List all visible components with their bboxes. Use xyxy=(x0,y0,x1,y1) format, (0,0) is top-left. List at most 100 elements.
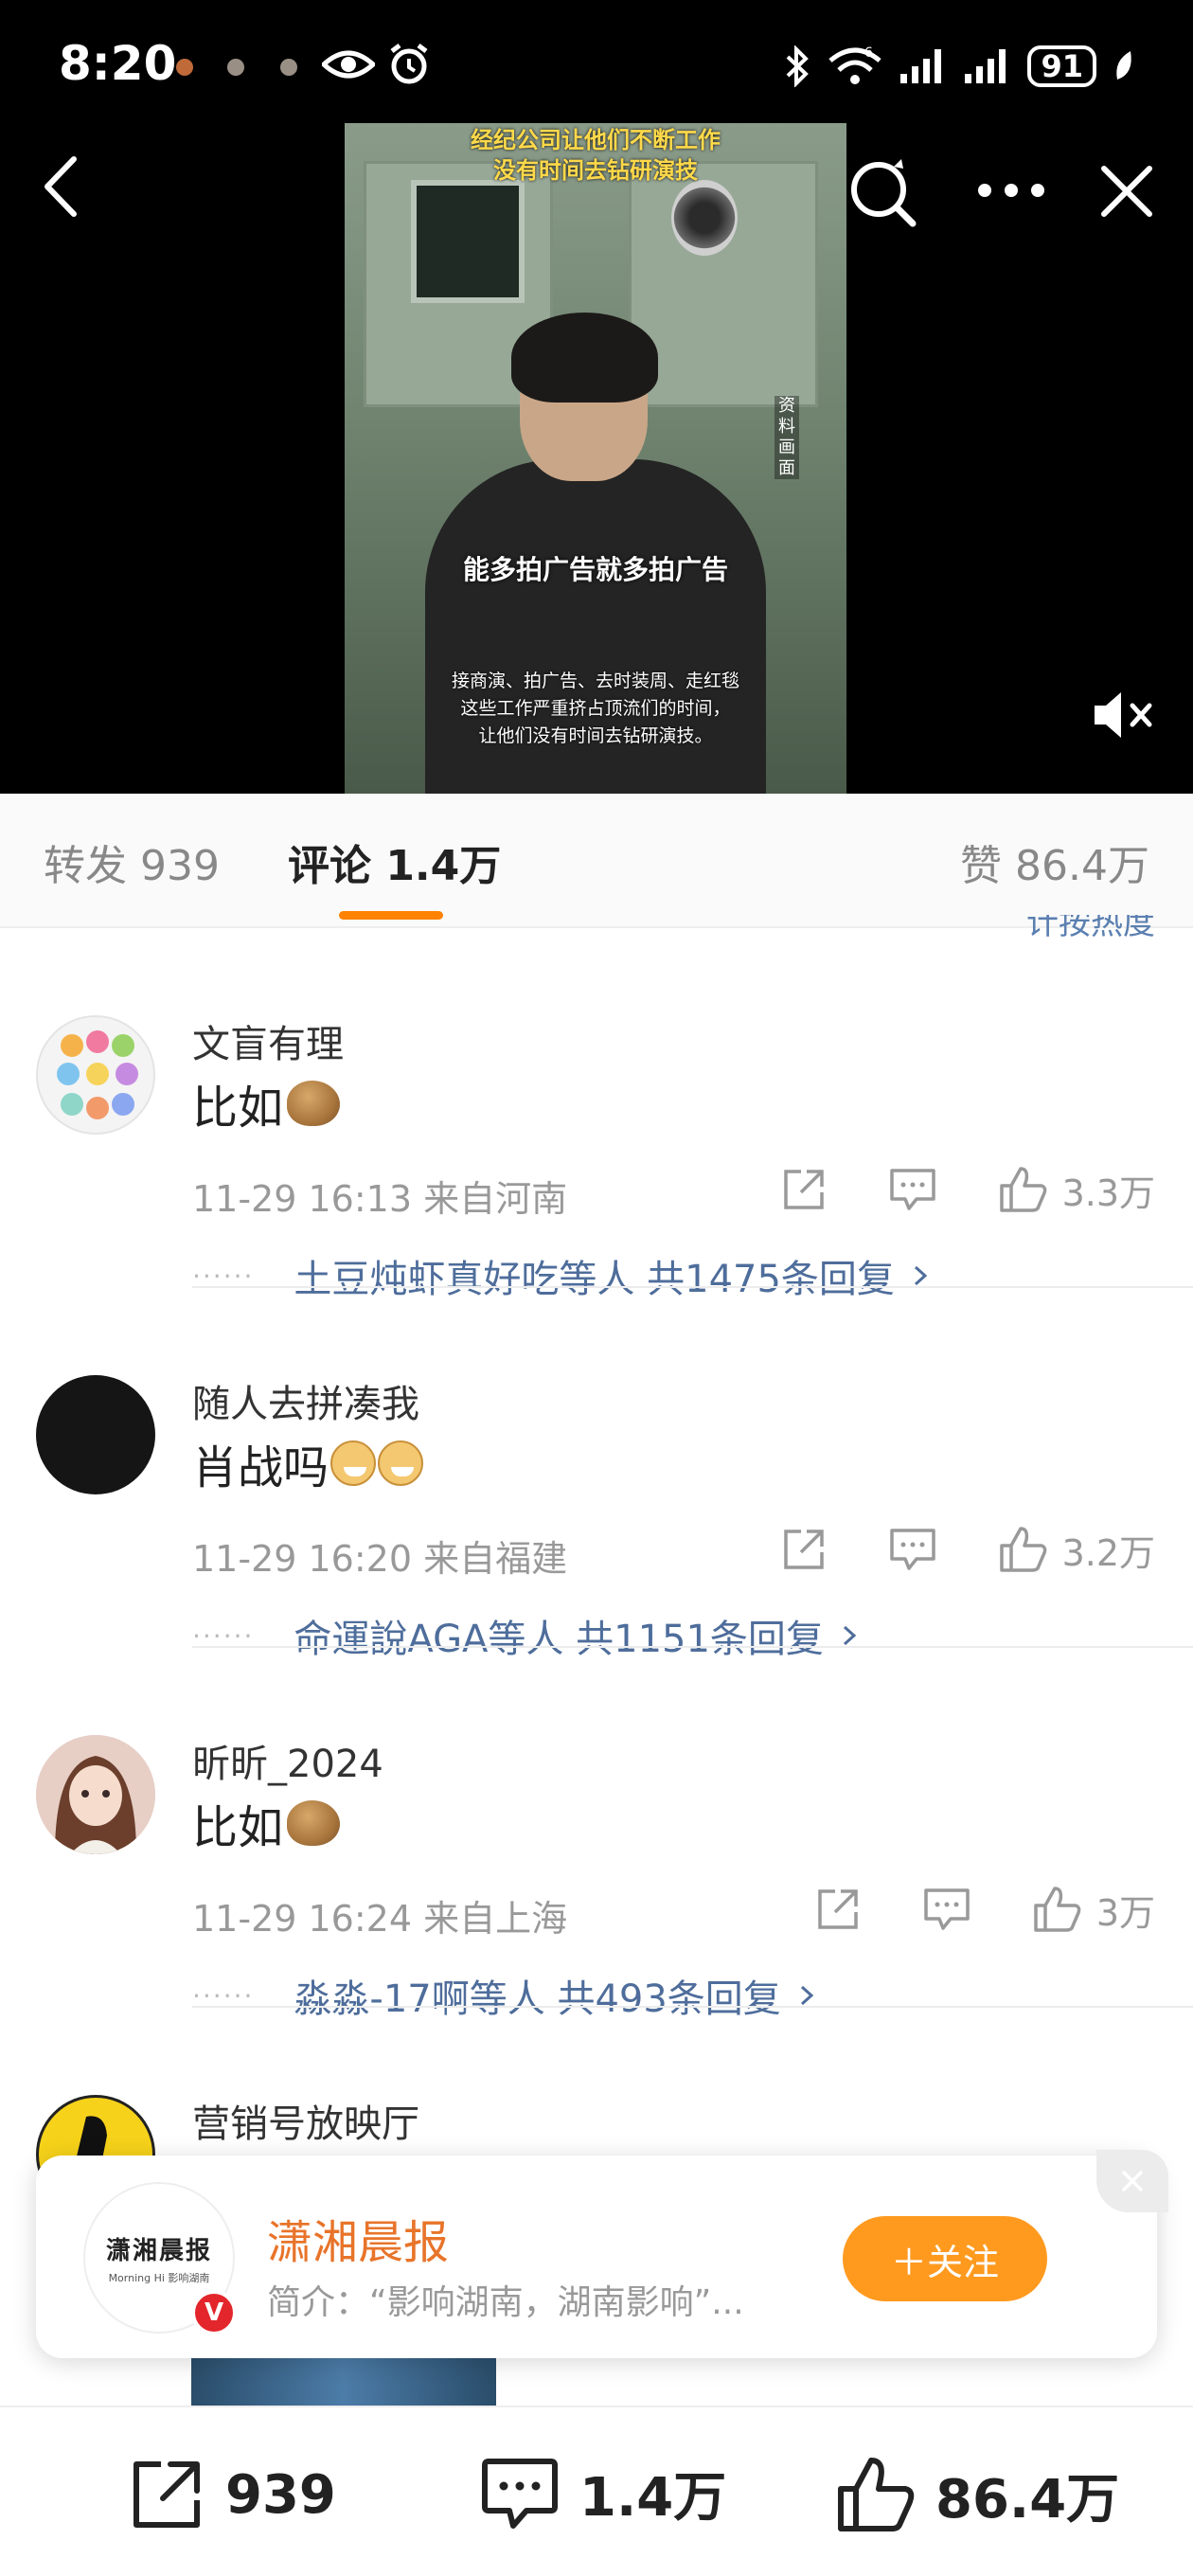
repost-icon xyxy=(134,2461,200,2528)
comment-body: 肖战吗 xyxy=(192,1441,329,1494)
leaf-icon xyxy=(1116,51,1131,80)
wall-speaker xyxy=(671,180,738,256)
caption-line: 经纪公司让他们不断工作 xyxy=(471,127,721,153)
bluetooth-icon xyxy=(787,45,810,87)
comment-username[interactable]: 文盲有理 xyxy=(192,1013,344,1068)
comment-meta: 11-29 16:20 来自福建 xyxy=(192,1538,568,1580)
comment-count: 1.4万 xyxy=(579,2467,727,2529)
comment-image-thumbnail[interactable] xyxy=(191,2358,496,2406)
active-tab-indicator xyxy=(339,911,443,920)
card-close-button[interactable] xyxy=(1096,2150,1168,2212)
video-frame[interactable]: 经纪公司让他们不断工作 没有时间去钻研演技 资 料 画 面 能多拍广告就多拍广告… xyxy=(345,123,846,794)
avatar[interactable] xyxy=(36,1375,155,1494)
comment-item: 文盲有理 比如 11-29 16:13 来自河南 3.3万 ······ 土豆炖… xyxy=(0,928,1193,1301)
comment-item: 昕昕_2024 比如 11-29 16:24 来自上海 3万 ······ 淼淼… xyxy=(0,1648,1193,2021)
reply-icon[interactable] xyxy=(888,1167,937,1212)
doge-emoji-icon xyxy=(378,1440,424,1486)
comment-username[interactable]: 营销号放映厅 xyxy=(192,2093,419,2148)
comment-username[interactable]: 随人去拼凑我 xyxy=(192,1373,419,1428)
status-time: 8:20 xyxy=(59,36,177,91)
search-icon[interactable] xyxy=(845,155,920,231)
follow-button[interactable]: ＋关注 xyxy=(843,2216,1047,2301)
notification-icon xyxy=(280,59,297,76)
mute-icon[interactable] xyxy=(1089,687,1157,743)
like-button[interactable]: 86.4万 xyxy=(835,2455,1119,2534)
caption-line: 这些工作严重挤占顶流们的时间， xyxy=(460,698,731,719)
comment-username[interactable]: 昕昕_2024 xyxy=(192,1733,383,1788)
comment-icon xyxy=(482,2458,558,2529)
like-count-total: 86.4万 xyxy=(935,2468,1120,2531)
battery-level: 91 xyxy=(1041,48,1083,84)
comment-text: 肖战吗 xyxy=(192,1430,424,1496)
notification-icon xyxy=(176,59,193,76)
reply-icon[interactable] xyxy=(922,1887,971,1932)
avatar-image xyxy=(57,1030,138,1119)
video-player[interactable]: 8:20 6 91 经纪公司让他们不断工作 没有时间去钻研演技 资 料 画 面 … xyxy=(0,0,1193,794)
video-caption-bottom: 接商演、拍广告、去时装周、走红毯 这些工作严重挤占顶流们的时间， 让他们没有时间… xyxy=(345,668,846,750)
reply-icon[interactable] xyxy=(888,1527,937,1572)
comment-meta: 11-29 16:24 来自上海 xyxy=(192,1898,568,1940)
avatar-image xyxy=(36,1735,155,1854)
status-bar: 8:20 6 91 xyxy=(0,0,1193,133)
like-icon[interactable] xyxy=(998,1165,1049,1214)
like-icon[interactable] xyxy=(998,1525,1049,1574)
alarm-icon xyxy=(390,44,428,84)
person-hair xyxy=(511,313,658,402)
svg-text:6: 6 xyxy=(864,45,873,61)
sort-by-hot-toggle[interactable]: 计按热度 xyxy=(1026,915,1155,943)
share-icon[interactable] xyxy=(780,1166,828,1213)
doge-emoji-icon xyxy=(330,1440,377,1486)
comment-text: 比如 xyxy=(192,1790,341,1856)
thumbs-up-icon xyxy=(838,2458,915,2531)
battery-indicator: 91 xyxy=(1027,45,1096,87)
eye-icon xyxy=(322,50,375,79)
bottom-action-bar: 939 1.4万 86.4万 xyxy=(0,2406,1193,2576)
door-window xyxy=(411,180,525,303)
comment-text: 比如 xyxy=(192,1070,341,1136)
comment-actions: 3.3万 xyxy=(720,1163,1155,1216)
signal-icon xyxy=(900,49,942,83)
tab-like[interactable]: 赞 86.4万 xyxy=(960,832,1149,892)
back-icon[interactable] xyxy=(38,152,87,222)
potato-emoji-icon xyxy=(287,1800,341,1846)
like-count: 3.2万 xyxy=(1061,1531,1155,1574)
comment-body: 比如 xyxy=(192,1801,284,1854)
tab-repost[interactable]: 转发 939 xyxy=(44,832,220,892)
comment-item: 随人去拼凑我 肖战吗 11-29 16:20 来自福建 3.2万 ······ … xyxy=(0,1288,1193,1661)
comment-actions: 3万 xyxy=(754,1883,1155,1936)
close-icon xyxy=(1122,2171,1143,2191)
follow-suggestion-card[interactable]: 潇湘晨报 Morning Hi 影响湖南 V 潇湘晨报 简介：“影响湖南，湖南影… xyxy=(36,2150,1168,2358)
caption-line: 没有时间去钻研演技 xyxy=(493,157,698,184)
interaction-tabs: 转发 939 评论 1.4万 赞 86.4万 xyxy=(0,794,1193,928)
share-icon[interactable] xyxy=(780,1526,828,1573)
account-name[interactable]: 潇湘晨报 xyxy=(267,2205,449,2271)
like-count: 3万 xyxy=(1095,1891,1155,1934)
side-char: 面 xyxy=(778,458,795,478)
side-char: 料 xyxy=(778,417,795,437)
like-icon[interactable] xyxy=(1032,1885,1083,1934)
account-description: 简介：“影响湖南，湖南影响”... xyxy=(267,2283,744,2322)
video-caption-middle: 能多拍广告就多拍广告 xyxy=(462,554,728,585)
status-icons: 6 91 xyxy=(783,42,1136,91)
video-side-label: 资 料 画 面 xyxy=(775,396,799,479)
signal-icon xyxy=(965,49,1006,83)
potato-emoji-icon xyxy=(287,1081,341,1126)
comment-button[interactable]: 1.4万 xyxy=(479,2455,726,2531)
comment-body: 比如 xyxy=(192,1082,284,1135)
share-icon[interactable] xyxy=(814,1886,862,1933)
repost-button[interactable]: 939 xyxy=(127,2455,336,2534)
verified-badge-icon: V xyxy=(191,2290,237,2335)
repost-count: 939 xyxy=(225,2463,336,2526)
side-char: 画 xyxy=(778,438,795,457)
like-count: 3.3万 xyxy=(1061,1172,1155,1214)
notification-icon xyxy=(227,59,244,76)
more-icon[interactable] xyxy=(975,176,1047,205)
caption-line: 接商演、拍广告、去时装周、走红毯 xyxy=(451,671,739,691)
logo-text: 潇湘晨报 xyxy=(105,2236,212,2265)
comment-actions: 3.2万 xyxy=(720,1523,1155,1576)
close-icon[interactable] xyxy=(1098,163,1155,220)
avatar[interactable] xyxy=(36,1015,155,1135)
avatar[interactable] xyxy=(36,1735,155,1854)
tab-comment[interactable]: 评论 1.4万 xyxy=(288,832,501,892)
caption-line: 让他们没有时间去钻研演技。 xyxy=(478,725,713,746)
